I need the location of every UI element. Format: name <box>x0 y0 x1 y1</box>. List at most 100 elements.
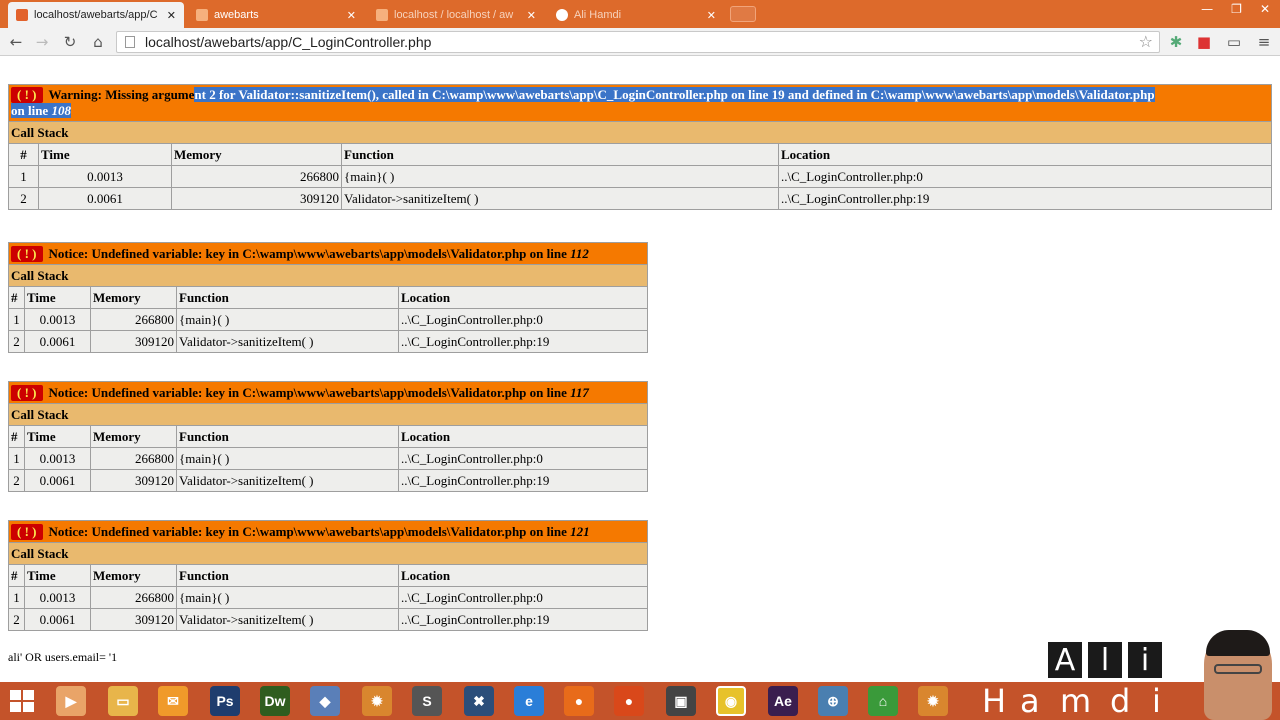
github-favicon-icon <box>556 9 568 21</box>
page-favicon-icon <box>196 9 208 21</box>
cell: 1 <box>8 165 39 188</box>
error-header: ( ! ) Notice: Undefined variable: key in … <box>8 381 648 404</box>
xdebug-error-table: ( ! ) Warning: Missing argument 2 for Val… <box>8 84 1272 210</box>
photoshop-icon[interactable]: Ps <box>210 686 240 716</box>
close-icon[interactable]: ✕ <box>707 9 716 22</box>
close-icon[interactable]: ✕ <box>527 9 536 22</box>
address-bar[interactable]: localhost/awebarts/app/C_LoginController… <box>116 31 1160 53</box>
name-letter: A <box>1048 642 1082 678</box>
error-message: Notice: Undefined variable: key in C:\wa… <box>48 384 571 400</box>
app-icon[interactable]: ✉ <box>158 686 188 716</box>
cell: ..\C_LoginController.php:19 <box>398 608 648 631</box>
extension-icon[interactable]: ■ <box>1194 32 1214 52</box>
cell: 2 <box>8 187 39 210</box>
filezilla-icon[interactable]: ✖ <box>464 686 494 716</box>
cell: Validator->sanitizeItem( ) <box>176 608 399 631</box>
ie-icon[interactable]: e <box>514 686 544 716</box>
column-header: Location <box>398 564 648 587</box>
tab-label: Ali Hamdi <box>574 9 622 21</box>
firefox-icon[interactable]: ● <box>564 686 594 716</box>
gear-icon[interactable]: ✹ <box>918 686 948 716</box>
cell: 266800 <box>90 308 177 331</box>
error-header: ( ! ) Notice: Undefined variable: key in … <box>8 242 648 265</box>
3d-app-icon[interactable]: ◆ <box>310 686 340 716</box>
error-message: Notice: Undefined variable: key in C:\wa… <box>48 523 571 539</box>
call-stack-label: Call Stack <box>8 121 1272 144</box>
column-header: Location <box>398 286 648 309</box>
cell: {main}( ) <box>176 447 399 470</box>
cell: Validator->sanitizeItem( ) <box>341 187 779 210</box>
cell: 266800 <box>90 447 177 470</box>
sublime-icon[interactable]: S <box>412 686 442 716</box>
error-header: ( ! ) Warning: Missing argument 2 for Val… <box>8 84 1272 122</box>
cell: ..\C_LoginController.php:19 <box>398 469 648 492</box>
title-bar: localhost/awebarts/app/C ✕ awebarts ✕ lo… <box>0 0 1280 28</box>
call-stack-label: Call Stack <box>8 542 648 565</box>
windows-start-icon[interactable] <box>10 690 34 712</box>
home-app-icon[interactable]: ⌂ <box>868 686 898 716</box>
media-player-icon[interactable]: ▶ <box>56 686 86 716</box>
restore-icon[interactable]: ❐ <box>1231 2 1242 16</box>
safari-icon[interactable]: ⊕ <box>818 686 848 716</box>
folder-icon[interactable]: ▭ <box>108 686 138 716</box>
column-header: Function <box>341 143 779 166</box>
table-row: 2 0.0061 309120 Validator->sanitizeItem(… <box>8 330 648 353</box>
extension-icon[interactable]: ✱ <box>1166 32 1186 52</box>
gear-icon[interactable]: ✹ <box>362 686 392 716</box>
app-icon[interactable]: ▣ <box>666 686 696 716</box>
reload-icon[interactable]: ↻ <box>60 32 80 52</box>
tab-2[interactable]: localhost / localhost / aw ✕ <box>368 2 544 28</box>
chrome-icon[interactable]: ◉ <box>716 686 746 716</box>
selected-error-text: nt 2 for Validator::sanitizeItem(), call… <box>194 87 1155 102</box>
cell: {main}( ) <box>176 308 399 331</box>
window-controls: — ❐ ✕ <box>1201 2 1270 16</box>
new-tab-button[interactable] <box>730 6 756 22</box>
tab-3[interactable]: Ali Hamdi ✕ <box>548 2 724 28</box>
column-header: # <box>8 286 25 309</box>
column-header: Location <box>398 425 648 448</box>
cell: 266800 <box>90 586 177 609</box>
cast-icon[interactable]: ▭ <box>1224 32 1244 52</box>
selected-error-text: on line <box>11 103 52 118</box>
presenter-name-overlay: A l i H a m d i <box>980 630 1280 720</box>
error-line-number: 117 <box>570 384 589 400</box>
xdebug-error-table: ( ! ) Notice: Undefined variable: key in … <box>8 520 648 631</box>
menu-icon[interactable]: ≡ <box>1254 32 1274 52</box>
back-icon[interactable]: ← <box>6 32 26 52</box>
name-letter: i <box>1152 682 1161 720</box>
cell: 1 <box>8 586 25 609</box>
cell: 309120 <box>90 608 177 631</box>
star-icon[interactable]: ☆ <box>1139 32 1153 51</box>
phpmyadmin-favicon-icon <box>376 9 388 21</box>
sql-output-text: ali' OR users.email= '1 <box>8 650 118 664</box>
cell: ..\C_LoginController.php:0 <box>778 165 1272 188</box>
presenter-hair <box>1206 630 1270 656</box>
column-header: Memory <box>90 564 177 587</box>
tab-0[interactable]: localhost/awebarts/app/C ✕ <box>8 2 184 28</box>
forward-icon[interactable]: → <box>32 32 52 52</box>
column-header: Time <box>38 143 172 166</box>
home-icon[interactable]: ⌂ <box>88 32 108 52</box>
page-content: ( ! ) Warning: Missing argument 2 for Val… <box>0 57 1280 682</box>
name-letter: d <box>1110 682 1131 720</box>
dreamweaver-icon[interactable]: Dw <box>260 686 290 716</box>
close-window-icon[interactable]: ✕ <box>1260 2 1270 16</box>
cell: {main}( ) <box>176 586 399 609</box>
after-effects-icon[interactable]: Ae <box>768 686 798 716</box>
column-header: # <box>8 143 39 166</box>
cell: 309120 <box>90 469 177 492</box>
error-bang-icon: ( ! ) <box>11 245 43 262</box>
close-icon[interactable]: ✕ <box>167 9 176 22</box>
firefox-dev-icon[interactable]: ● <box>614 686 644 716</box>
cell: 309120 <box>90 330 177 353</box>
column-header: Location <box>778 143 1272 166</box>
name-letter: i <box>1128 642 1162 678</box>
error-line-number: 121 <box>570 523 590 539</box>
close-icon[interactable]: ✕ <box>347 9 356 22</box>
name-letter: a <box>1020 682 1040 720</box>
tab-label: localhost / localhost / aw <box>394 9 514 21</box>
tab-1[interactable]: awebarts ✕ <box>188 2 364 28</box>
cell: {main}( ) <box>341 165 779 188</box>
minimize-icon[interactable]: — <box>1201 2 1213 16</box>
cell: Validator->sanitizeItem( ) <box>176 330 399 353</box>
